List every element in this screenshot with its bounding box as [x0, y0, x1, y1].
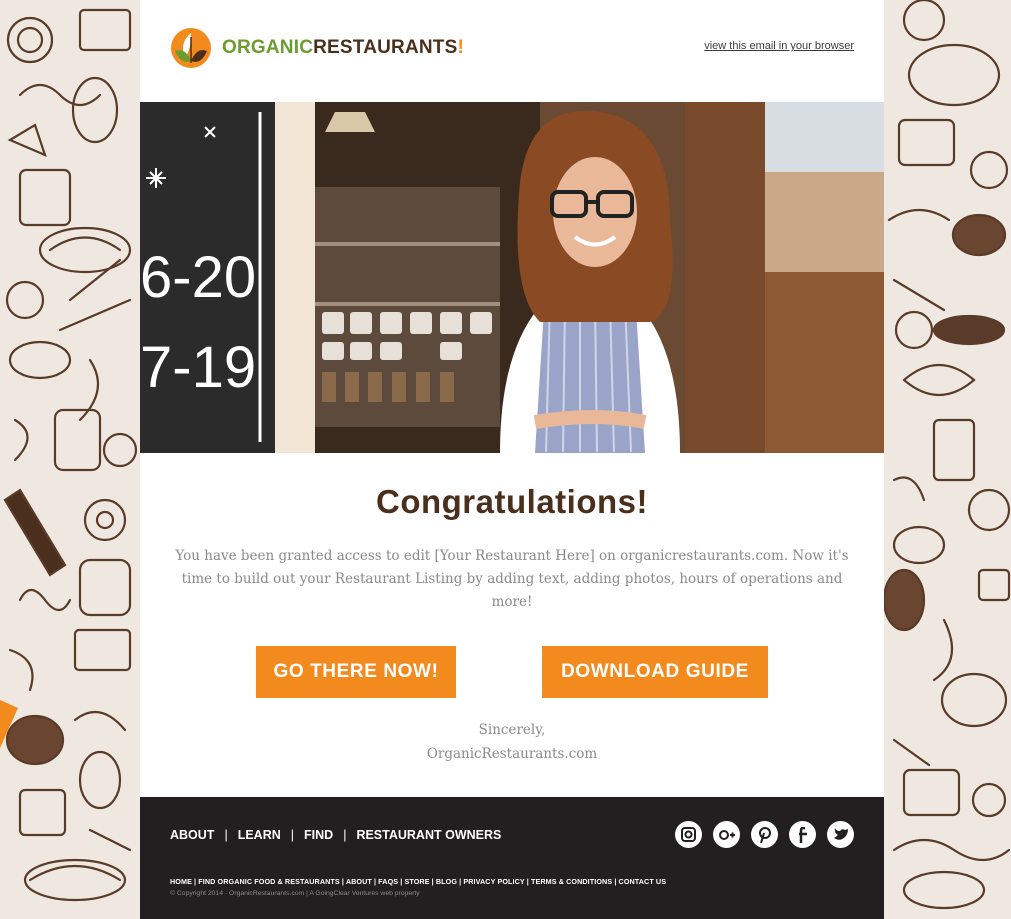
footer-nav-find[interactable]: FIND — [304, 828, 333, 842]
orange-arrow-decoration — [0, 700, 20, 754]
footer-nav-separator: | — [224, 828, 228, 842]
page-title: Congratulations! — [376, 483, 648, 520]
leaf-logo-icon — [171, 28, 211, 68]
signature-block: Sincerely, OrganicRestaurants.com — [140, 718, 884, 766]
email-footer: ABOUT | LEARN | FIND | RESTAURANT OWNERS — [140, 797, 884, 919]
food-doodle-background-right — [884, 0, 1011, 919]
brand-logo-text: ORGANICRESTAURANTS! — [222, 37, 464, 59]
footer-nav: ABOUT | LEARN | FIND | RESTAURANT OWNERS — [170, 828, 501, 842]
go-there-now-button[interactable]: GO THERE NOW! — [256, 646, 456, 698]
google-plus-icon[interactable] — [713, 821, 740, 848]
email-header: ORGANICRESTAURANTS! view this email in y… — [140, 0, 884, 102]
footer-nav-separator: | — [290, 828, 295, 842]
instagram-icon[interactable] — [675, 821, 702, 848]
intro-message: You have been granted access to edit [Yo… — [175, 548, 849, 610]
brand-logo[interactable]: ORGANICRESTAURANTS! — [170, 26, 464, 70]
footer-nav-about[interactable]: ABOUT — [170, 828, 214, 842]
twitter-icon[interactable] — [827, 821, 854, 848]
chalkboard-line1: 6-20 — [140, 245, 256, 310]
signoff-text: Sincerely, — [478, 722, 546, 738]
email-container: ORGANICRESTAURANTS! view this email in y… — [140, 0, 884, 919]
view-in-browser-link[interactable]: view this email in your browser — [704, 40, 854, 52]
footer-nav-separator: | — [343, 828, 347, 842]
chalkboard-line2: 7-19 — [140, 335, 256, 400]
logo-text-organic: ORGANIC — [222, 37, 314, 58]
logo-text-restaurants: RESTAURANTS — [313, 37, 458, 58]
footer-links[interactable]: HOME | FIND ORGANIC FOOD & RESTAURANTS |… — [170, 877, 666, 886]
footer-nav-learn[interactable]: LEARN — [238, 828, 281, 842]
copyright-text: © Copyright 2014 · OrganicRestaurants.co… — [170, 890, 420, 897]
logo-text-exclamation: ! — [457, 37, 465, 58]
footer-nav-restaurant-owners[interactable]: RESTAURANT OWNERS — [356, 828, 501, 842]
cta-buttons: GO THERE NOW! DOWNLOAD GUIDE — [140, 646, 884, 698]
download-guide-button[interactable]: DOWNLOAD GUIDE — [542, 646, 768, 698]
hero-image: 6-20 7-19 — [140, 102, 884, 453]
social-icons — [675, 821, 854, 848]
facebook-icon[interactable] — [789, 821, 816, 848]
food-doodle-background-left — [0, 0, 140, 919]
signature-text: OrganicRestaurants.com — [426, 746, 598, 762]
pinterest-icon[interactable] — [751, 821, 778, 848]
